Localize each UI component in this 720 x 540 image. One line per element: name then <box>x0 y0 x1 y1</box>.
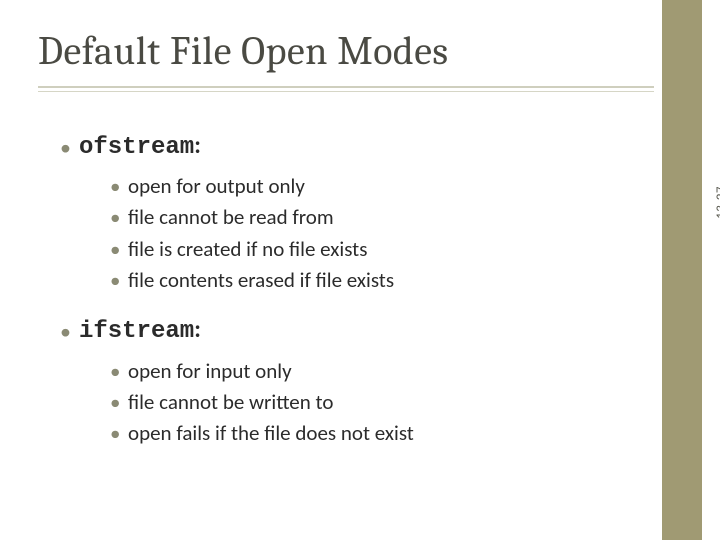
heading-colon: : <box>194 315 201 344</box>
list-item: •file is created if no file exists <box>110 236 640 263</box>
bullet-icon: • <box>110 420 128 447</box>
slide-title: Default File Open Modes <box>38 28 449 74</box>
slide: 13-27 Default File Open Modes • ofstream:… <box>0 0 720 540</box>
list-item-text: open for output only <box>128 173 305 199</box>
slide-body: •ofstream: •open for output only •file c… <box>60 130 640 467</box>
sublist: •open for input only •file cannot be wri… <box>110 358 640 448</box>
bullet-level1: • ifstream: <box>60 314 640 347</box>
bullet-icon: • <box>60 137 71 159</box>
list-item: •file contents erased if file exists <box>110 267 640 294</box>
bullet-icon: • <box>110 267 128 294</box>
accent-stripe <box>662 0 702 540</box>
list-item: •open for output only <box>110 173 640 200</box>
page-number: 13-27 <box>714 186 720 219</box>
list-item-text: open for input only <box>128 358 292 384</box>
list-item-text: open fails if the file does not exist <box>128 420 414 446</box>
heading-colon: : <box>194 131 201 160</box>
title-underline <box>38 86 654 94</box>
sublist: •open for output only •file cannot be re… <box>110 173 640 294</box>
list-item: •file cannot be read from <box>110 204 640 231</box>
code-heading: ofstream <box>79 134 194 161</box>
bullet-icon: • <box>110 358 128 385</box>
list-item: •open fails if the file does not exist <box>110 420 640 447</box>
bullet-icon: • <box>110 173 128 200</box>
list-item: •open for input only <box>110 358 640 385</box>
list-item-text: file contents erased if file exists <box>128 267 394 293</box>
code-heading: ifstream <box>79 318 194 345</box>
bullet-icon: • <box>110 389 128 416</box>
list-item: •file cannot be written to <box>110 389 640 416</box>
list-item-text: file cannot be read from <box>128 204 334 230</box>
bullet-icon: • <box>60 321 71 343</box>
bullet-level1: • ofstream: <box>60 130 640 163</box>
list-item-text: file is created if no file exists <box>128 236 367 262</box>
bullet-icon: • <box>110 236 128 263</box>
bullet-icon: • <box>110 204 128 231</box>
list-item-text: file cannot be written to <box>128 389 333 415</box>
